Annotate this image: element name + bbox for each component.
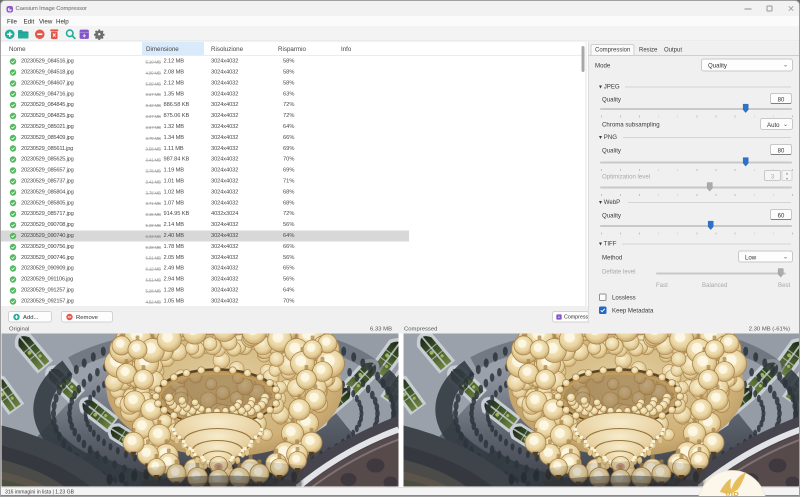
svg-text:VIP: VIP (725, 490, 739, 497)
